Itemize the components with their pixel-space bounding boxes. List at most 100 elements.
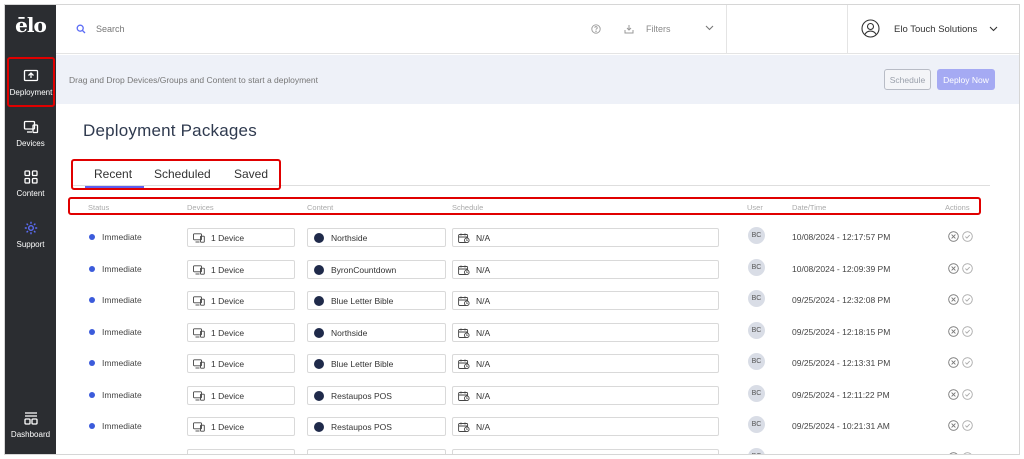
- cancel-icon[interactable]: [948, 294, 959, 305]
- active-tab-indicator: [85, 186, 144, 188]
- tab-saved[interactable]: Saved: [234, 167, 268, 181]
- schedule-cell[interactable]: N/A: [452, 228, 719, 247]
- content-cell[interactable]: Restaupos POS: [307, 448, 446, 454]
- devices-cell[interactable]: 1 Device: [187, 291, 295, 310]
- drop-zone-hint: Drag and Drop Devices/Groups and Content…: [69, 75, 318, 85]
- search-input[interactable]: [96, 21, 396, 37]
- datetime-text: 09/25/2024 - 12:13:31 PM: [792, 358, 891, 368]
- user-avatar-icon[interactable]: [861, 19, 880, 38]
- upload-icon: [23, 69, 39, 82]
- deploy-now-button[interactable]: Deploy Now: [937, 69, 995, 90]
- content-cell[interactable]: Northside: [307, 228, 446, 247]
- column-header-devices[interactable]: Devices: [187, 203, 214, 212]
- column-header-schedule[interactable]: Schedule: [452, 203, 483, 212]
- table-row[interactable]: Immediate 1 Device Restaupos POS N/A BC 08/09…: [5, 447, 1019, 456]
- column-header-datetime[interactable]: Date/Time: [792, 203, 826, 212]
- schedule-cell[interactable]: N/A: [452, 448, 719, 454]
- schedule-button[interactable]: Schedule: [884, 69, 931, 90]
- cancel-icon[interactable]: [948, 325, 959, 337]
- check-icon[interactable]: [962, 262, 973, 274]
- cancel-icon[interactable]: [948, 388, 959, 400]
- content-cell[interactable]: Blue Letter Bible: [307, 291, 446, 310]
- devices-cell[interactable]: 1 Device: [187, 417, 295, 436]
- search-icon: [76, 24, 86, 34]
- schedule-cell[interactable]: N/A: [452, 322, 719, 342]
- content-name: Blue Letter Bible: [331, 359, 394, 369]
- cancel-icon[interactable]: [948, 451, 959, 456]
- devices-icon: [193, 453, 202, 454]
- devices-cell[interactable]: 1 Device: [187, 385, 295, 405]
- tab-scheduled[interactable]: Scheduled: [154, 167, 211, 181]
- download-icon: [624, 25, 634, 34]
- devices-icon: [193, 264, 205, 275]
- check-icon[interactable]: [962, 357, 973, 368]
- calendar-icon: [458, 391, 470, 401]
- deploy-drop-zone[interactable]: Drag and Drop Devices/Groups and Content…: [56, 55, 1019, 104]
- schedule-cell[interactable]: N/A: [452, 354, 719, 373]
- content-cell[interactable]: Northside: [307, 322, 446, 342]
- user-badge: BC: [748, 290, 765, 307]
- calendar-icon: [458, 233, 470, 243]
- devices-cell[interactable]: 1 Device: [187, 354, 295, 373]
- check-icon[interactable]: [962, 420, 973, 431]
- status-dot: [89, 265, 95, 272]
- cancel-icon[interactable]: [948, 231, 959, 242]
- check-icon[interactable]: [962, 388, 973, 400]
- schedule-cell[interactable]: N/A: [452, 259, 719, 279]
- content-name: Northside: [331, 233, 368, 243]
- content-cell[interactable]: Restaupos POS: [307, 417, 446, 436]
- table-row[interactable]: Immediate 1 Device Restaupos POS N/A BC 09/25…: [5, 384, 1019, 417]
- schedule-cell[interactable]: N/A: [452, 417, 719, 436]
- check-icon[interactable]: [962, 451, 973, 456]
- datetime-text: 09/25/2024 - 10:21:31 AM: [792, 421, 890, 431]
- content-name: Restaupos POS: [331, 422, 392, 432]
- table-row[interactable]: Immediate 1 Device Restaupos POS N/A BC 09/25…: [5, 416, 1019, 448]
- devices-icon: [193, 327, 205, 338]
- cancel-icon[interactable]: [948, 357, 959, 368]
- user-name[interactable]: Elo Touch Solutions: [894, 24, 977, 35]
- status-dot: [89, 455, 95, 456]
- column-header-content[interactable]: Content: [307, 203, 333, 212]
- chevron-down-icon: [705, 25, 714, 31]
- filters-dropdown[interactable]: Filters: [624, 19, 724, 39]
- user-badge: BC: [748, 227, 765, 244]
- content-cell[interactable]: Restaupos POS: [307, 385, 446, 405]
- app-icon: [314, 359, 324, 369]
- sidebar-item-devices[interactable]: Devices: [5, 110, 56, 160]
- devices-cell[interactable]: 1 Device: [187, 259, 295, 279]
- help-icon[interactable]: [591, 24, 601, 34]
- calendar-icon: [458, 422, 470, 432]
- devices-cell[interactable]: 1 Device: [187, 322, 295, 342]
- column-header-status[interactable]: Status: [88, 203, 109, 212]
- user-badge: BC: [748, 321, 765, 339]
- datetime-text: 09/25/2024 - 12:18:15 PM: [792, 326, 891, 337]
- check-icon[interactable]: [962, 325, 973, 337]
- user-badge: BC: [748, 258, 765, 276]
- cancel-icon[interactable]: [948, 420, 959, 431]
- devices-cell[interactable]: 1 Device: [187, 228, 295, 247]
- check-icon[interactable]: [962, 294, 973, 305]
- status-text: Immediate: [102, 263, 142, 274]
- devices-cell[interactable]: 1 Device: [187, 448, 295, 454]
- check-icon[interactable]: [962, 231, 973, 242]
- devices-icon: [193, 422, 205, 432]
- content-cell[interactable]: ByronCountdown: [307, 259, 446, 279]
- table-row[interactable]: Immediate 1 Device ByronCountdown N/A BC 10/0…: [5, 258, 1019, 291]
- devices-count: 1 Device: [211, 359, 245, 369]
- table-row[interactable]: Immediate 1 Device Northside N/A BC 10/08/202…: [5, 227, 1019, 259]
- schedule-cell[interactable]: N/A: [452, 385, 719, 405]
- column-header-user[interactable]: User: [747, 203, 763, 212]
- schedule-cell[interactable]: N/A: [452, 291, 719, 310]
- table-row[interactable]: Immediate 1 Device Blue Letter Bible N/A BC 0…: [5, 290, 1019, 322]
- sidebar-item-deployment[interactable]: Deployment: [7, 57, 55, 107]
- status-text: Immediate: [102, 326, 142, 337]
- cancel-icon[interactable]: [948, 262, 959, 274]
- app-window: ēlo Deployment Devices Content Support D…: [4, 4, 1020, 455]
- chevron-down-icon[interactable]: [989, 26, 998, 32]
- tab-recent[interactable]: Recent: [94, 167, 132, 181]
- sidebar-item-content[interactable]: Content: [5, 160, 56, 210]
- table-row[interactable]: Immediate 1 Device Northside N/A BC 09/25/202…: [5, 321, 1019, 354]
- table-row[interactable]: Immediate 1 Device Blue Letter Bible N/A BC 0…: [5, 353, 1019, 385]
- content-cell[interactable]: Blue Letter Bible: [307, 354, 446, 373]
- app-icon: [314, 296, 324, 306]
